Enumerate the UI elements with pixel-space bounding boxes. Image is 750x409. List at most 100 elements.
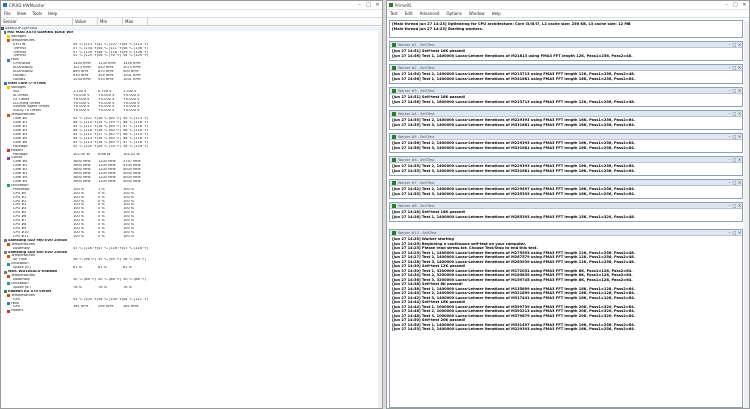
column-value[interactable]: Value	[73, 18, 98, 25]
worker-icon	[392, 42, 396, 47]
menu-advanced[interactable]: Advanced	[420, 11, 440, 16]
worker-pane[interactable]: Worker #13 - Self-Test – □ ✕ [Jun 27 14:25] …	[389, 229, 743, 408]
sensor-value: 1034 RPM	[73, 77, 91, 81]
sensor-max: 382 RPM	[123, 305, 139, 309]
menu-help[interactable]: Help	[48, 11, 57, 16]
menu-edit[interactable]: Edit	[405, 11, 413, 16]
worker-pane[interactable]: Worker #2 - Self-Test – □ ✕ [Jun 27 14:54] T…	[389, 64, 743, 84]
sensor-max: 47 °C (116 °F)	[123, 246, 148, 250]
worker-title: Worker #13 - Self-Test	[398, 230, 437, 235]
sensor-min: 76 %	[98, 285, 107, 289]
log-line: [Jun 27 14:55] Test 3, 1400000 Lucas-Leh…	[392, 191, 636, 196]
sensor-max: +0.000 V	[123, 109, 140, 113]
menu-file[interactable]: File	[4, 11, 11, 16]
sensor-value: 52 °C (125 °F)	[73, 144, 98, 148]
log-body: [Main thread Jun 27 14:23] Optimizing fo…	[390, 21, 742, 33]
sensor-max: 36 °C (96 °F)	[123, 258, 146, 262]
worker-icon	[392, 180, 396, 185]
sensor-group-row[interactable]: Powers	[1, 309, 382, 313]
main-thread-pane[interactable]: [Main thread Jun 27 14:23] Optimizing fo…	[389, 20, 743, 38]
menu-options[interactable]: Options	[446, 11, 461, 16]
log-body: [Jun 27 14:55] Test 2, 1400000 Lucas-Leh…	[390, 163, 742, 174]
worker-title: Worker #8 - Self-Test	[398, 203, 435, 208]
worker-pane[interactable]: Worker #8 - Self-Test – □ ✕ [Jun 27 14:28] S…	[389, 202, 743, 222]
worker-pane[interactable]: Worker #5 - Self-Test – □ ✕ [Jun 27 14:56] T…	[389, 133, 743, 153]
close-icon[interactable]: ✕	[737, 203, 742, 208]
hwmonitor-window[interactable]: CPUID HWMonitor – □ ✕ File View Tools He…	[0, 0, 383, 409]
column-max[interactable]: Max	[123, 18, 148, 25]
sensor-max: 61 %	[123, 266, 132, 270]
sensor-tree[interactable]: DESKTOP-Q5F5ICK MSI MAG X570 GAMING EDGE …	[1, 27, 382, 405]
worker-title: Worker #4 - Self-Test	[398, 111, 435, 116]
hwmonitor-app-icon	[3, 3, 7, 7]
menu-view[interactable]: View	[17, 11, 27, 16]
prime95-scrollbar[interactable]	[744, 21, 749, 408]
hwmonitor-scrollbar[interactable]	[378, 27, 382, 408]
menu-tools[interactable]: Tools	[32, 11, 42, 16]
column-min[interactable]: Min	[98, 18, 123, 25]
hwmonitor-titlebar[interactable]: CPUID HWMonitor – □ ✕	[1, 1, 382, 10]
sensor-min: 8.68 W	[98, 152, 111, 156]
sensor-value: +0.000 V	[73, 109, 90, 113]
close-icon[interactable]: ✕	[737, 157, 742, 162]
worker-title: Worker #1 - Self-Test	[398, 42, 435, 47]
log-line: [Jun 27 14:56] Test 1, 1400000 Lucas-Leh…	[392, 53, 633, 58]
worker-icon	[392, 65, 396, 70]
sensor-min: 26 °C (78 °F)	[98, 144, 121, 148]
sensor-min: 26 °C (78 °F)	[98, 54, 121, 58]
menu-window[interactable]: Window	[469, 11, 485, 16]
sensor-max: 104.52 W	[123, 152, 140, 156]
worker-icon	[392, 88, 396, 93]
close-icon[interactable]: ✕	[737, 230, 742, 235]
close-icon[interactable]: ✕	[740, 1, 749, 10]
sensor-value: 102.30 W	[73, 152, 90, 156]
worker-icon	[392, 111, 396, 116]
sensor-max: 1051 RPM	[123, 77, 141, 81]
close-icon[interactable]: ✕	[737, 88, 742, 93]
log-body: [Jun 27 14:55] Test 2, 1400000 Lucas-Leh…	[390, 117, 742, 128]
column-sensor[interactable]: Sensor	[1, 18, 73, 25]
sensor-min: 1200 MHz	[98, 179, 116, 183]
log-line: [Jun 27 14:55] Test 3, 1400000 Lucas-Leh…	[392, 122, 636, 127]
close-icon[interactable]: ✕	[737, 111, 742, 116]
prime95-app-icon	[389, 3, 393, 7]
prime95-titlebar[interactable]: Prime95 – □ ✕	[387, 1, 749, 10]
hwmonitor-title: CPUID HWMonitor	[9, 2, 45, 8]
minimize-icon[interactable]: –	[355, 1, 364, 10]
worker-title: Worker #7 - Self-Test	[398, 180, 435, 185]
worker-icon	[392, 157, 396, 162]
maximize-icon[interactable]: □	[731, 1, 740, 10]
menu-test[interactable]: Test	[390, 11, 398, 16]
sensor-value: 36 °C (96 °F)	[73, 258, 96, 262]
worker-pane[interactable]: Worker #7 - Self-Test – □ ✕ [Jun 27 14:52] T…	[389, 179, 743, 199]
sensor-value: 100 %	[73, 234, 85, 238]
close-icon[interactable]: ✕	[737, 180, 742, 185]
log-body: [Jun 27 14:28] Self-test 16K passed! [Jun…	[390, 209, 742, 220]
close-icon[interactable]: ✕	[737, 65, 742, 70]
sensor-value: 30 °C (86 °F)	[73, 278, 96, 281]
worker-pane[interactable]: Worker #3 - Self-Test – □ ✕ [Jun 27 14:51] S…	[389, 87, 743, 107]
sensor-min: 47 °C (116 °F)	[98, 246, 123, 250]
pwr-icon	[7, 309, 10, 313]
sensor-value: 3600 MHz	[73, 179, 91, 183]
log-body: [Jun 27 14:56] Test 2, 1400000 Lucas-Leh…	[390, 140, 742, 151]
close-icon[interactable]: ✕	[737, 42, 742, 47]
log-line: [Main thread Jun 27 14:23] Starting work…	[392, 27, 484, 32]
sensor-max: 30 °C (86 °F)	[123, 278, 146, 281]
sensor-min: 38 °C (100 °F)	[98, 297, 123, 301]
sensor-max: 54 °C (129 °F)	[123, 144, 148, 148]
close-icon[interactable]: ✕	[737, 134, 742, 139]
minimize-icon[interactable]: –	[722, 1, 731, 10]
worker-pane[interactable]: Worker #4 - Self-Test – □ ✕ [Jun 27 14:55] T…	[389, 110, 743, 130]
log-line: [Jun 27 14:56] Test 1, 1400000 Lucas-Leh…	[392, 76, 636, 81]
menu-help[interactable]: Help	[492, 11, 501, 16]
prime95-window[interactable]: Prime95 – □ ✕ Test Edit Advanced Options…	[386, 0, 750, 409]
worker-pane[interactable]: Worker #6 - Self-Test – □ ✕ [Jun 27 14:55] T…	[389, 156, 743, 176]
log-body: [Jun 27 14:51] Self-test 16K passed! [Jun…	[390, 94, 742, 105]
sensor-value: 76 %	[73, 285, 82, 289]
close-icon[interactable]: ✕	[373, 1, 382, 10]
sensor-min: 0 %	[98, 234, 105, 238]
worker-pane[interactable]: Worker #1 - Self-Test – □ ✕ [Jun 27 14:51] S…	[389, 41, 743, 61]
maximize-icon[interactable]: □	[364, 1, 373, 10]
log-line: [Jun 27 14:28] Test 1, 1400000 Lucas-Leh…	[392, 214, 636, 219]
